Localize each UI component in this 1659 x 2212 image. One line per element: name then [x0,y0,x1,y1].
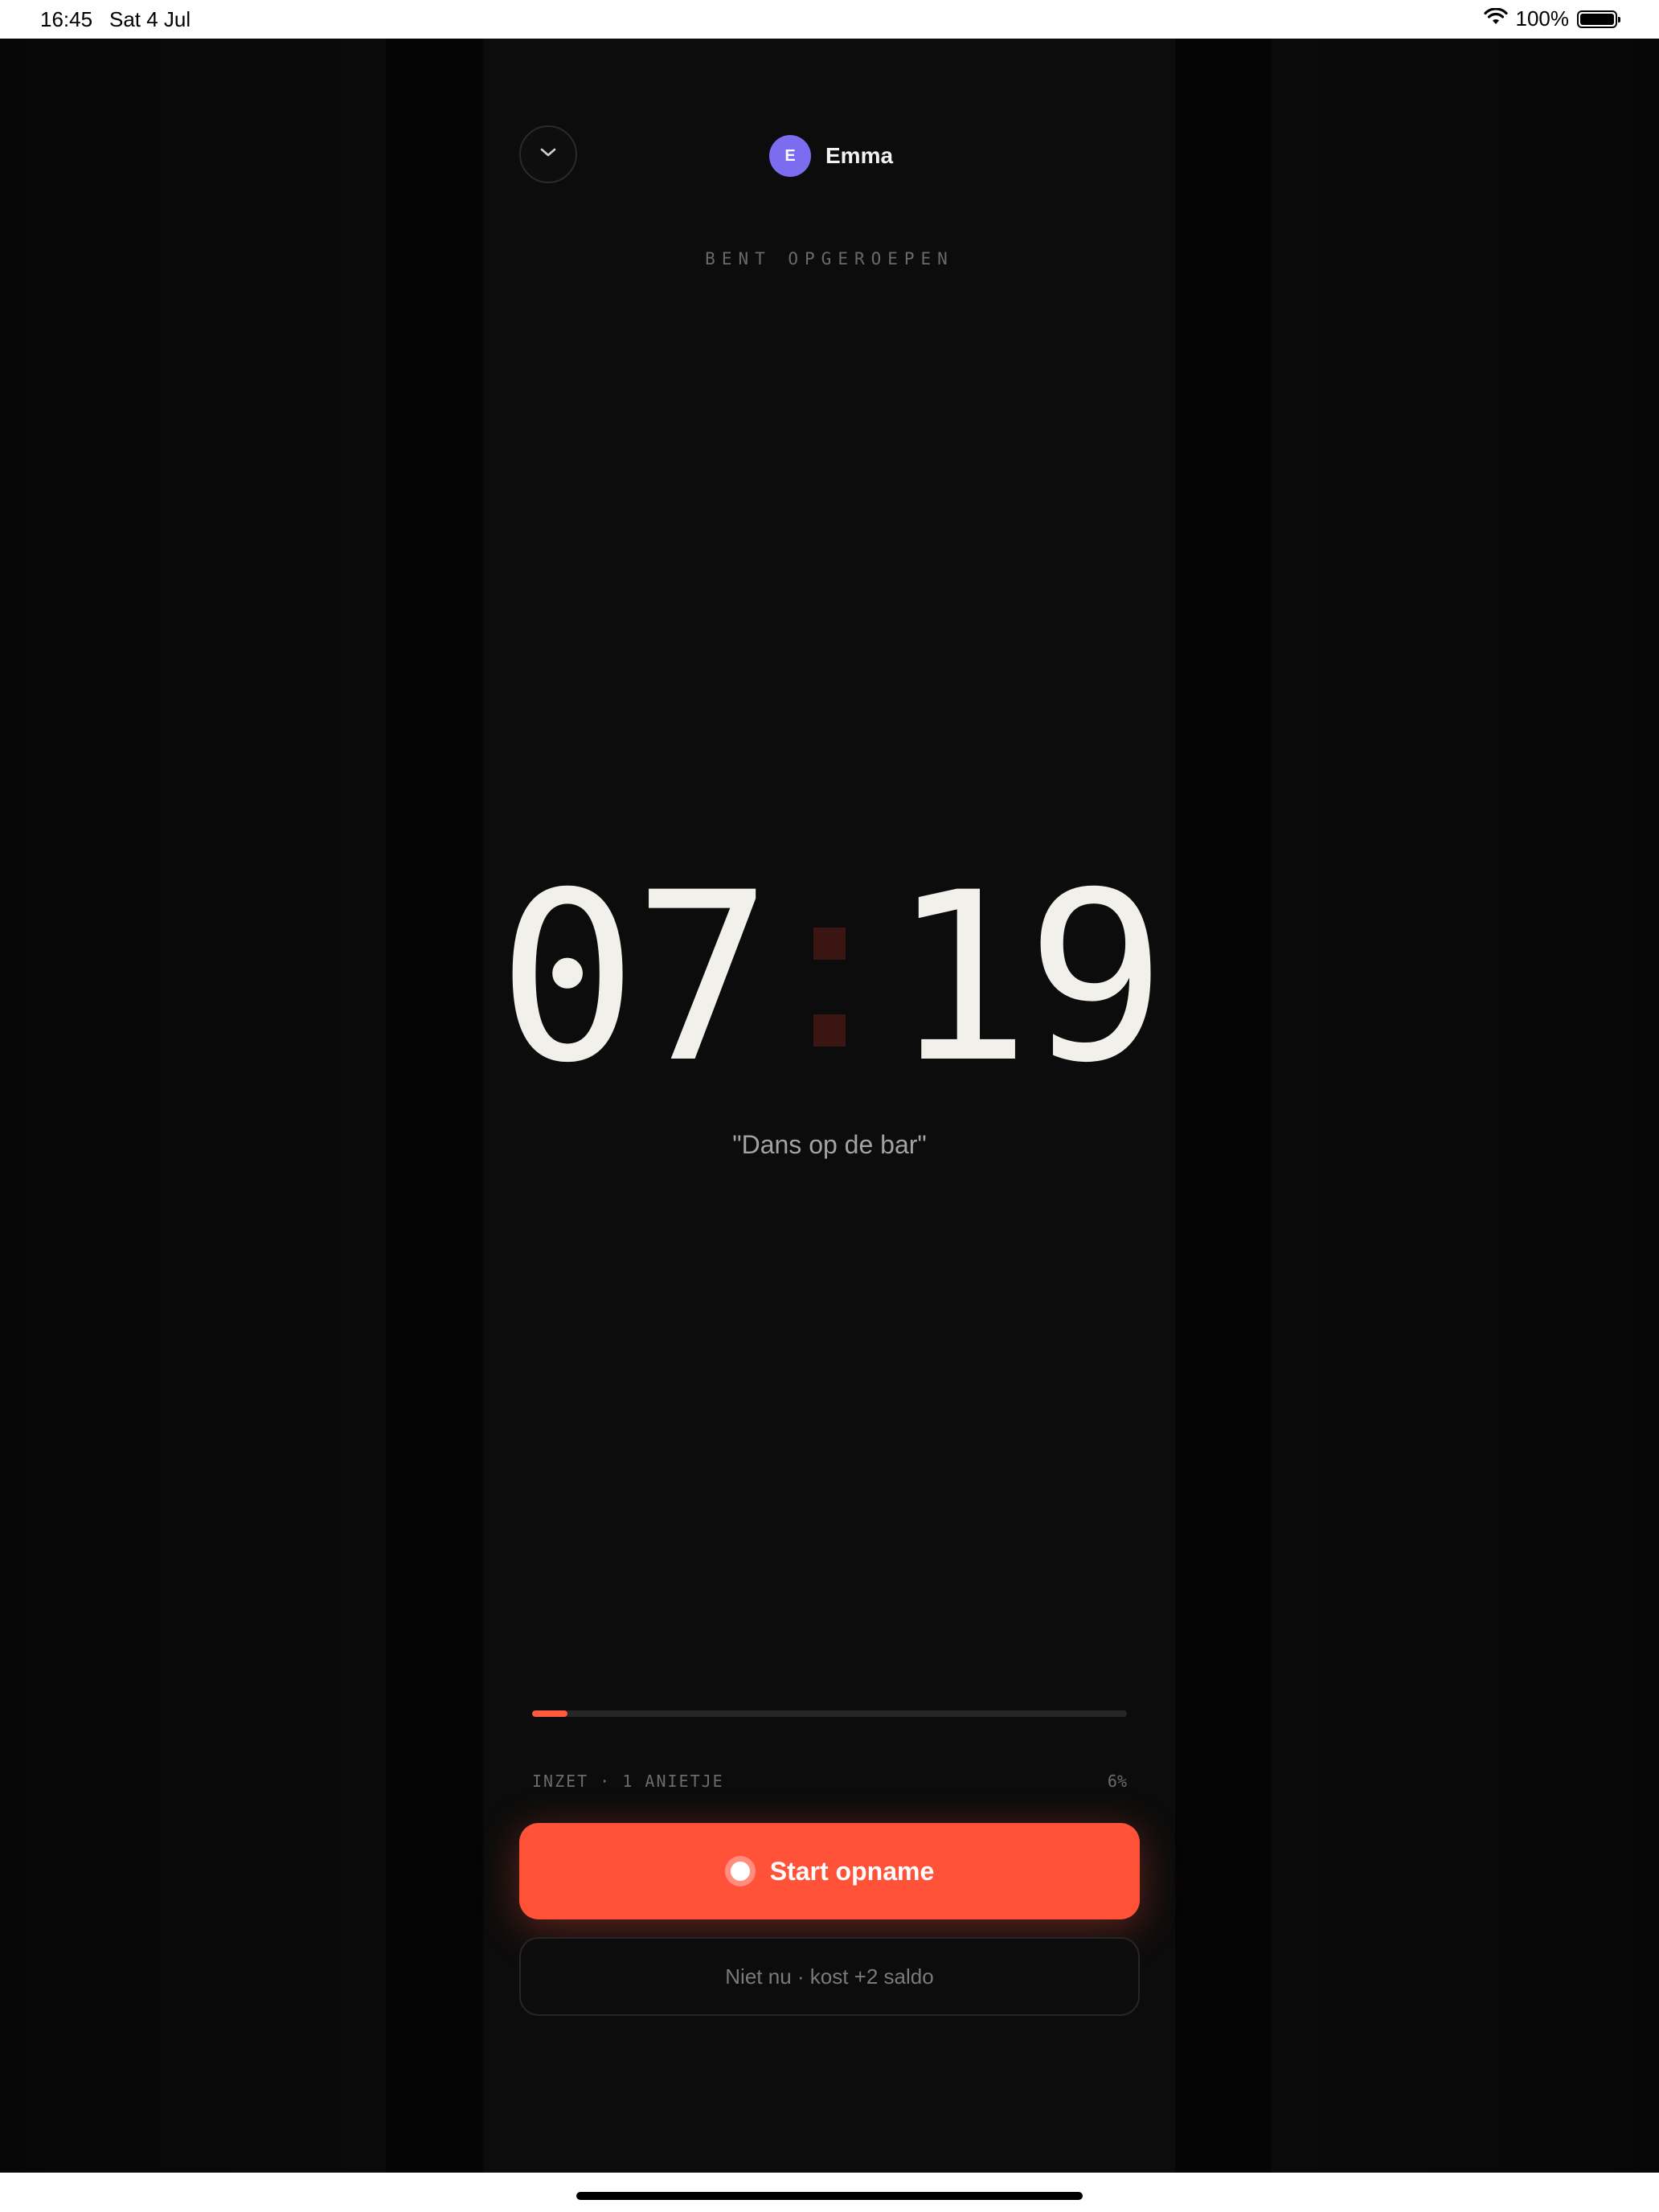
skip-label: Niet nu · kost +2 saldo [725,1964,934,1989]
chevron-down-icon [538,146,559,163]
start-recording-label: Start opname [769,1856,935,1886]
background-band [1272,39,1659,2173]
record-icon [724,1856,756,1886]
collapse-button[interactable] [519,125,577,183]
user-name: Emma [825,143,894,168]
dare-text: "Dans op de bar" [732,1130,927,1159]
timer-minutes: 07 [497,843,773,1114]
status-time: 16:45 [40,7,93,31]
timer-separator [813,928,846,1047]
background-band [1175,39,1272,2173]
battery-icon [1577,10,1620,28]
user-chip: E Emma [769,135,893,177]
status-date: Sat 4 Jul [109,7,191,31]
status-bar: 16:45 Sat 4 Jul 100% [0,0,1659,39]
status-right: 100% [1483,6,1620,31]
wifi-icon [1483,6,1508,31]
status-label: BENT OPGEROEPEN [705,249,954,268]
timer-seconds: 19 [891,843,1166,1114]
battery-percent: 100% [1515,6,1570,31]
countdown-timer: 07 19 [484,843,1175,1114]
stake-label: INZET · 1 ANIETJE [532,1772,724,1791]
stake-percent: 6% [1107,1772,1127,1791]
start-recording-button[interactable]: Start opname [519,1823,1140,1919]
skip-button[interactable]: Niet nu · kost +2 saldo [519,1937,1140,2016]
app-screen: 16:45 Sat 4 Jul 100% E Emma BENT OPGEROE… [0,0,1659,2212]
background-band [0,39,386,2173]
avatar: E [769,135,811,177]
stake-progress-bar [532,1710,1127,1717]
home-indicator[interactable] [576,2192,1083,2200]
stake-progress-fill [532,1710,568,1717]
dare-panel: E Emma BENT OPGEROEPEN 07 19 "Dans op de… [484,39,1175,2173]
background-band [386,39,482,2173]
home-indicator-area [0,2173,1659,2212]
